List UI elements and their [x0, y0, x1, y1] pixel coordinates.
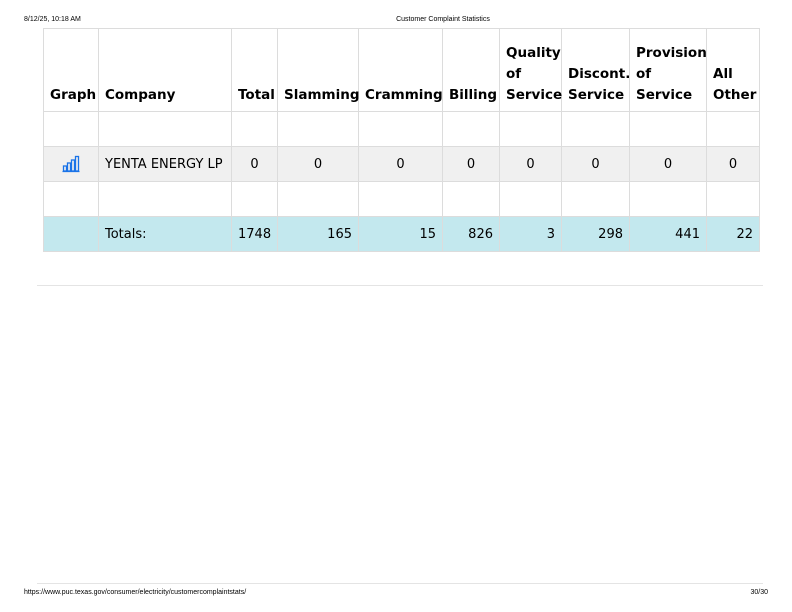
totals-slamming: 165	[277, 216, 359, 252]
header-slamming: Slamming	[277, 28, 360, 112]
table-row: YENTA ENERGY LP 0 0 0 0 0 0 0 0	[43, 146, 760, 182]
print-footer: https://www.puc.texas.gov/consumer/elect…	[0, 588, 792, 598]
header-provision-of-service: Provision of Service	[629, 28, 707, 112]
billing-value: 0	[442, 146, 500, 182]
spacer-row	[43, 181, 760, 217]
provision-value: 0	[629, 146, 707, 182]
totals-label: Totals:	[98, 216, 232, 252]
totals-other: 22	[706, 216, 760, 252]
footer-divider	[37, 583, 763, 584]
header-company: Company	[98, 28, 232, 112]
page-number: 30/30	[750, 589, 768, 596]
graph-cell[interactable]	[43, 146, 99, 182]
header-graph: Graph	[43, 28, 99, 112]
discont-value: 0	[561, 146, 630, 182]
totals-total: 1748	[231, 216, 278, 252]
company-name: YENTA ENERGY LP	[98, 146, 232, 182]
header-all-other: All Other	[706, 28, 760, 112]
other-value: 0	[706, 146, 760, 182]
totals-cramming: 15	[358, 216, 443, 252]
header-quality-of-service: Quality of Service	[499, 28, 562, 112]
header-billing: Billing	[442, 28, 500, 112]
complaint-stats-table: Graph Company Total Slamming Cramming Bi…	[43, 28, 760, 252]
quality-value: 0	[499, 146, 562, 182]
header-row: Graph Company Total Slamming Cramming Bi…	[43, 28, 760, 112]
slamming-value: 0	[277, 146, 359, 182]
totals-row: Totals: 1748 165 15 826 3 298 441 22	[43, 216, 760, 252]
print-header: 8/12/25, 10:18 AM Customer Complaint Sta…	[0, 15, 792, 25]
totals-billing: 826	[442, 216, 500, 252]
divider	[37, 285, 763, 286]
totals-discont: 298	[561, 216, 630, 252]
total-value: 0	[231, 146, 278, 182]
totals-provision: 441	[629, 216, 707, 252]
cramming-value: 0	[358, 146, 443, 182]
print-url: https://www.puc.texas.gov/consumer/elect…	[24, 589, 247, 596]
print-title: Customer Complaint Statistics	[396, 16, 490, 23]
header-cramming: Cramming	[358, 28, 443, 112]
header-discont-service: Discont. Service	[561, 28, 630, 112]
spacer-row	[43, 111, 760, 147]
bar-chart-icon[interactable]	[62, 155, 80, 173]
header-total: Total	[231, 28, 278, 112]
totals-quality: 3	[499, 216, 562, 252]
